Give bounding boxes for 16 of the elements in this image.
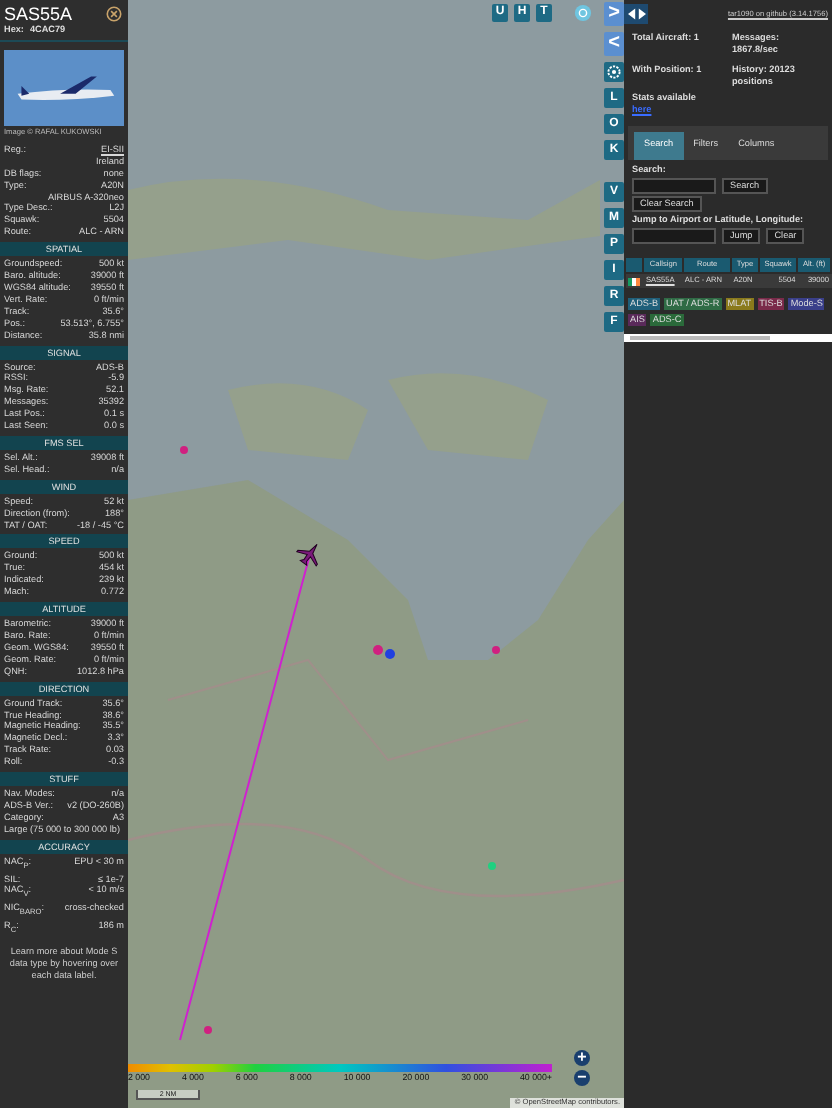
marker-dot (180, 446, 188, 454)
flag-icon (627, 277, 639, 285)
map-button[interactable]: > (604, 2, 624, 26)
jump-field[interactable] (632, 228, 716, 244)
marker-dot (488, 862, 496, 870)
settings-button[interactable] (604, 62, 624, 82)
expand-toggle[interactable] (624, 4, 648, 24)
callsign-title: SAS55A (4, 4, 73, 24)
search-field[interactable] (632, 178, 716, 194)
map-button[interactable]: < (604, 32, 624, 56)
photo-placeholder (4, 49, 124, 126)
marker-dot (492, 646, 500, 654)
marker-dot (204, 1026, 212, 1034)
aircraft-icon[interactable] (296, 543, 318, 567)
settings-icon[interactable] (574, 4, 592, 22)
scroll-bar[interactable] (624, 334, 832, 342)
